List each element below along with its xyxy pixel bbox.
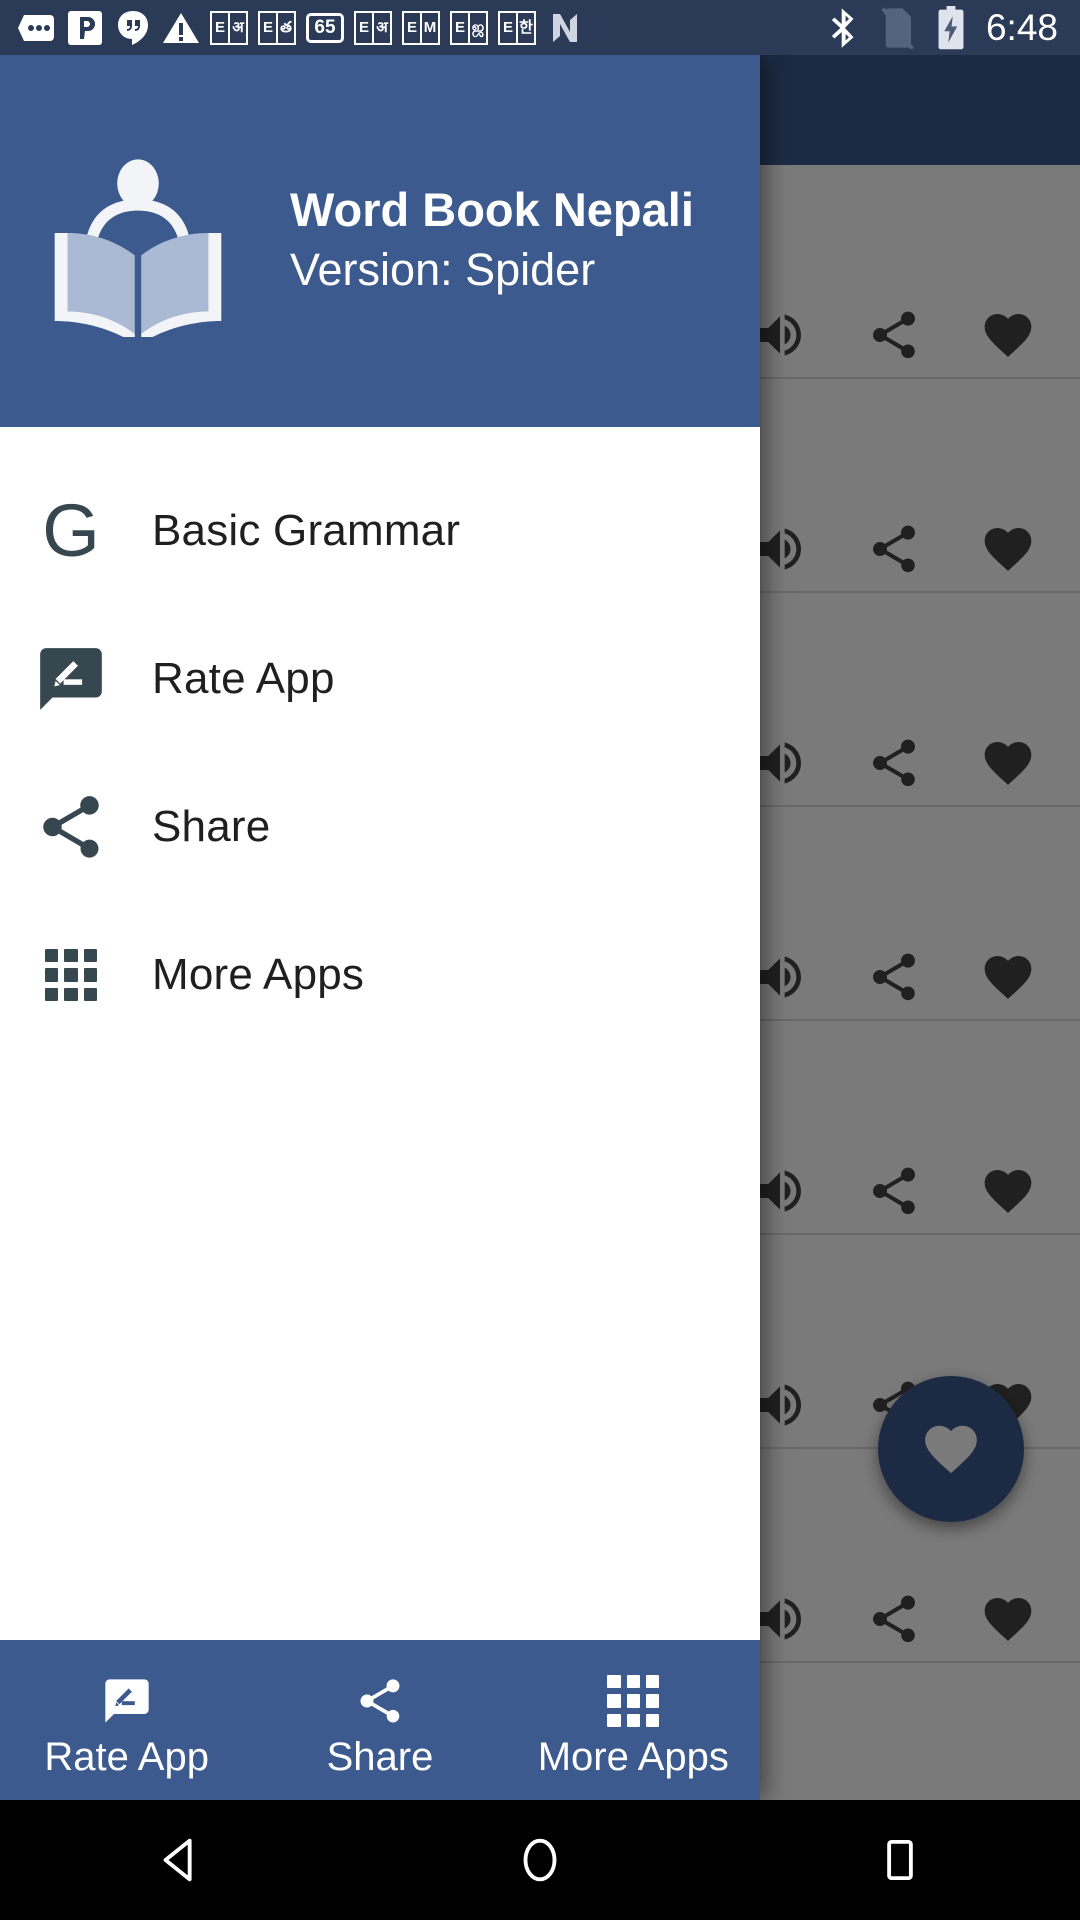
rate-review-icon bbox=[30, 638, 112, 720]
drawer-item-rate-app[interactable]: Rate App bbox=[0, 605, 760, 753]
drawer-item-more-apps[interactable]: More Apps bbox=[0, 901, 760, 1049]
home-circle-icon bbox=[523, 1838, 557, 1882]
book-page-right: ஜ bbox=[469, 10, 488, 45]
book-page-right: M bbox=[421, 10, 440, 45]
battery-charging-icon bbox=[932, 5, 970, 49]
messages-dots-icon bbox=[18, 9, 56, 47]
grammar-g-icon: G bbox=[42, 489, 100, 572]
bottom-bar-label: Rate App bbox=[44, 1735, 209, 1779]
bottom-bar-rate-app[interactable]: Rate App bbox=[0, 1640, 253, 1800]
drawer-item-basic-grammar[interactable]: G Basic Grammar bbox=[0, 457, 760, 605]
status-bar-clock: 6:48 bbox=[985, 7, 1058, 48]
back-triangle-icon bbox=[163, 1838, 192, 1882]
drawer-item-label: Share bbox=[152, 802, 271, 851]
app-version: Version: Spider bbox=[290, 244, 596, 295]
drawer-header: Word Book Nepali Version: Spider bbox=[0, 55, 760, 427]
book-page-right: अ bbox=[229, 10, 248, 45]
nougat-n-icon bbox=[546, 9, 584, 47]
status-bar-system-icons: 6:48 bbox=[824, 5, 1080, 49]
book-page-left: E bbox=[210, 10, 229, 45]
drawer-bottom-bar: Rate App Share More Apps bbox=[0, 1640, 760, 1800]
book-page-left: E bbox=[402, 10, 421, 45]
recents-button[interactable] bbox=[720, 1800, 1080, 1920]
no-sim-card-icon bbox=[878, 6, 916, 49]
share-icon bbox=[30, 786, 112, 868]
apps-grid-icon bbox=[605, 1673, 661, 1729]
apps-grid-icon bbox=[30, 934, 112, 1016]
book-page-right: 한 bbox=[517, 10, 536, 45]
bottom-bar-label: Share bbox=[326, 1735, 434, 1779]
drawer-menu: G Basic Grammar Rate App Share More Apps bbox=[0, 427, 760, 1640]
pinterest-app-icon bbox=[66, 9, 104, 47]
phone-screen: Word Book Nepali Version: Spider G Basic… bbox=[0, 0, 1080, 1920]
rate-review-icon bbox=[99, 1673, 155, 1729]
home-button[interactable] bbox=[360, 1800, 720, 1920]
warning-triangle-icon bbox=[162, 9, 200, 47]
drawer-item-share[interactable]: Share bbox=[0, 753, 760, 901]
status-bar-notifications: E अ E త 65 E अ E M E ஜ E 한 bbox=[0, 9, 824, 47]
dictionary-book-icon-4: E M bbox=[402, 9, 440, 47]
navigation-drawer: Word Book Nepali Version: Spider G Basic… bbox=[0, 55, 760, 1800]
bluetooth-icon bbox=[824, 7, 862, 48]
dictionary-book-icon-5: E ஜ bbox=[450, 9, 488, 47]
bottom-bar-more-apps[interactable]: More Apps bbox=[507, 1640, 760, 1800]
drawer-item-label: Basic Grammar bbox=[152, 506, 461, 555]
dictionary-book-icon-1: E अ bbox=[210, 9, 248, 47]
bottom-bar-share[interactable]: Share bbox=[253, 1640, 506, 1800]
person-reading-book-icon bbox=[42, 145, 234, 344]
book-page-right: త bbox=[277, 10, 296, 45]
dictionary-book-icon-6: E 한 bbox=[498, 9, 536, 47]
dictionary-book-icon-2: E త bbox=[258, 9, 296, 47]
recents-square-icon bbox=[887, 1839, 913, 1881]
dictionary-book-icon-3: E अ bbox=[354, 9, 392, 47]
drawer-item-label: More Apps bbox=[152, 950, 365, 999]
book-page-left: E bbox=[354, 10, 373, 45]
book-page-left: E bbox=[258, 10, 277, 45]
counter-badge-label: 65 bbox=[314, 17, 336, 38]
drawer-item-label: Rate App bbox=[152, 654, 335, 703]
bottom-bar-label: More Apps bbox=[537, 1735, 729, 1779]
book-page-right: अ bbox=[373, 10, 392, 45]
share-icon bbox=[352, 1673, 408, 1729]
android-navigation-bar bbox=[0, 1800, 1080, 1920]
app-title: Word Book Nepali bbox=[290, 183, 694, 237]
status-bar: E अ E త 65 E अ E M E ஜ E 한 6:48 bbox=[0, 0, 1080, 55]
book-page-left: E bbox=[450, 10, 469, 45]
back-button[interactable] bbox=[0, 1800, 360, 1920]
drawer-title-block: Word Book Nepali Version: Spider bbox=[290, 181, 694, 301]
hangouts-quote-icon bbox=[114, 9, 152, 47]
book-page-left: E bbox=[498, 10, 517, 45]
counter-badge-icon: 65 bbox=[306, 9, 344, 47]
